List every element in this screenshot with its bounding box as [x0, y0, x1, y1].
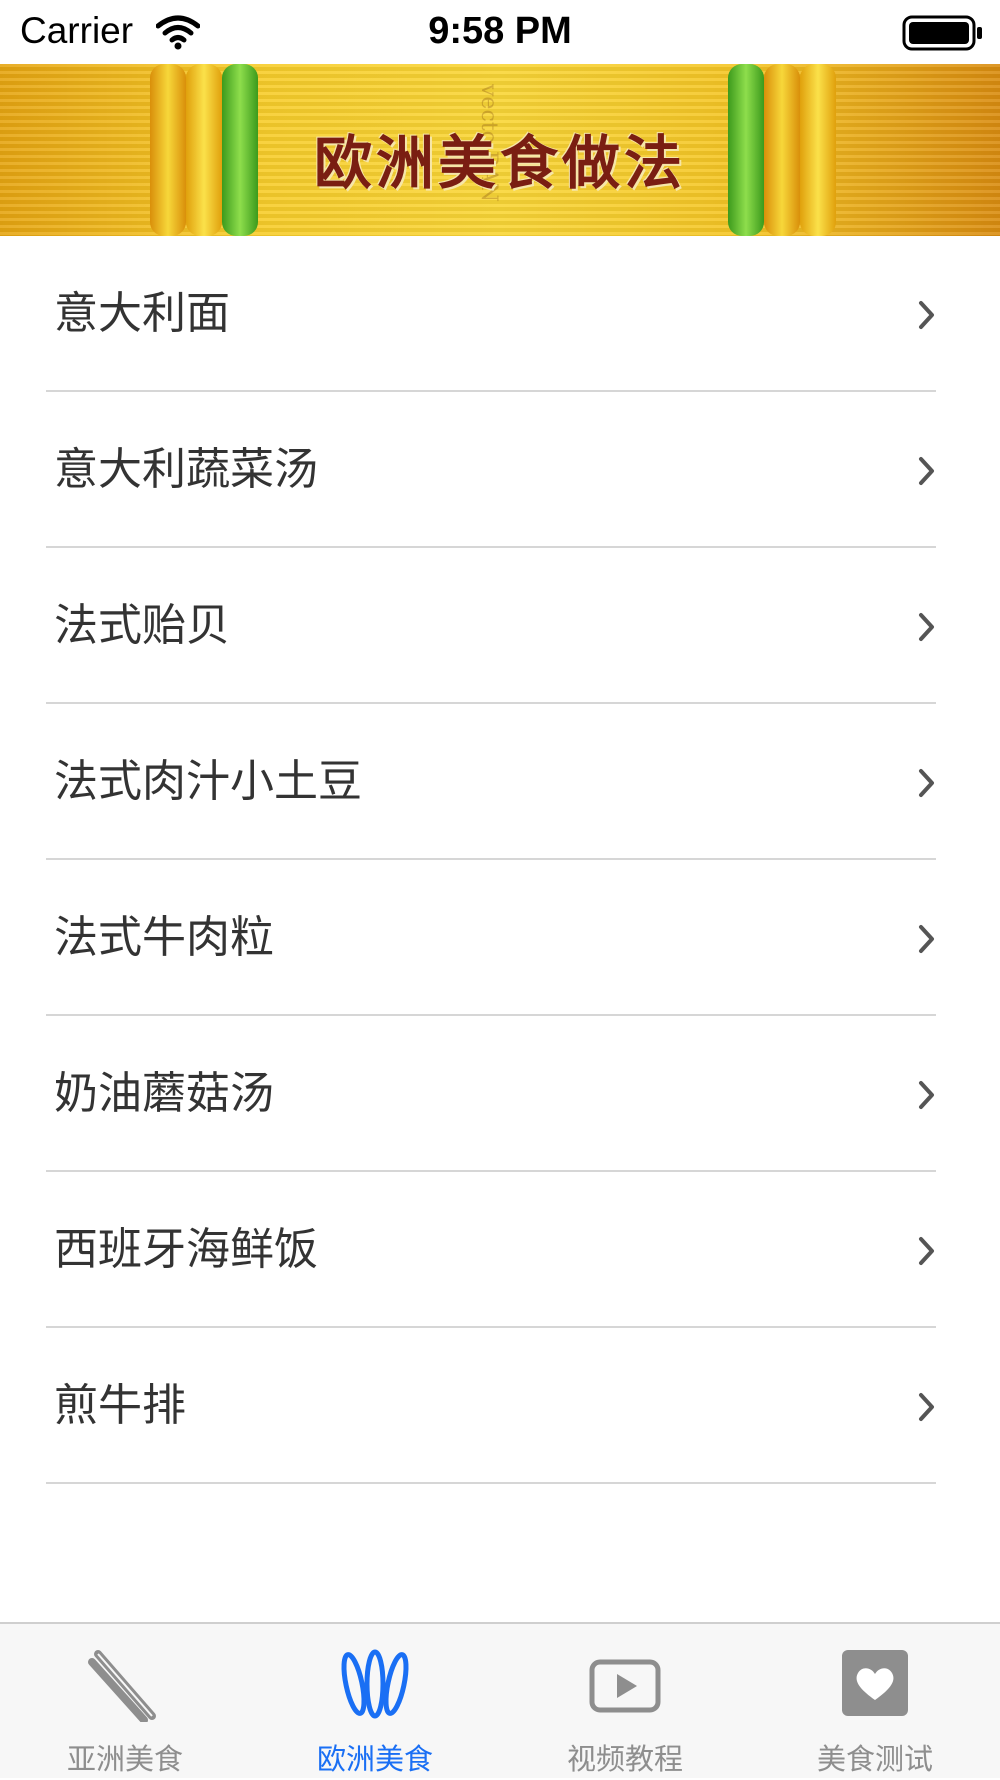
list-item[interactable]: 法式牛肉粒	[0, 860, 1000, 1016]
list-item[interactable]: 意大利面	[0, 236, 1000, 392]
chevron-right-icon	[919, 301, 934, 329]
clock: 9:58 PM	[428, 10, 572, 52]
tab-bar: 亚洲美食 欧洲美食 视频教程 美食测试	[0, 1622, 1000, 1778]
tab-european-food[interactable]: 欧洲美食	[250, 1624, 500, 1780]
list-item-label: 意大利面	[54, 288, 230, 339]
list-item[interactable]: 法式肉汁小土豆	[0, 704, 1000, 860]
fork-spoon-knife-icon	[341, 1649, 409, 1719]
list-item-label: 西班牙海鲜饭	[54, 1224, 318, 1275]
tab-food-quiz[interactable]: 美食测试	[750, 1624, 1000, 1780]
chevron-right-icon	[919, 769, 934, 797]
list-item-label: 煎牛排	[54, 1380, 186, 1431]
recipe-list: 意大利面 意大利蔬菜汤 法式贻贝 法式肉汁小土豆 法式牛肉粒 奶油蘑菇汤 西班牙…	[0, 236, 1000, 1484]
list-item[interactable]: 西班牙海鲜饭	[0, 1172, 1000, 1328]
chevron-right-icon	[919, 925, 934, 953]
battery-icon	[902, 15, 982, 51]
chevron-right-icon	[919, 1393, 934, 1421]
list-item-label: 意大利蔬菜汤	[54, 444, 318, 495]
status-bar: Carrier 9:58 PM	[0, 0, 1000, 64]
list-item-label: 法式贻贝	[54, 600, 230, 651]
list-item-label: 法式牛肉粒	[54, 912, 274, 963]
tab-asian-food[interactable]: 亚洲美食	[0, 1624, 250, 1780]
banner: vecto BAN 欧洲美食做法	[0, 64, 1000, 236]
chopsticks-icon	[88, 1650, 156, 1722]
list-item[interactable]: 法式贻贝	[0, 548, 1000, 704]
chevron-right-icon	[919, 613, 934, 641]
tab-label: 视频教程	[566, 1742, 683, 1776]
divider	[46, 1482, 936, 1484]
list-item-label: 法式肉汁小土豆	[54, 756, 362, 807]
list-item[interactable]: 奶油蘑菇汤	[0, 1016, 1000, 1172]
heart-icon	[842, 1650, 908, 1716]
banner-title: 欧洲美食做法	[313, 129, 686, 197]
chevron-right-icon	[919, 457, 934, 485]
list-item-label: 奶油蘑菇汤	[54, 1068, 274, 1119]
tab-video-tutorials[interactable]: 视频教程	[500, 1624, 750, 1780]
play-video-icon	[589, 1659, 661, 1713]
tab-label: 美食测试	[816, 1742, 933, 1776]
list-item[interactable]: 煎牛排	[0, 1328, 1000, 1484]
tab-label: 欧洲美食	[316, 1742, 433, 1776]
chevron-right-icon	[919, 1237, 934, 1265]
tab-label: 亚洲美食	[66, 1742, 183, 1776]
chevron-right-icon	[919, 1081, 934, 1109]
list-item[interactable]: 意大利蔬菜汤	[0, 392, 1000, 548]
